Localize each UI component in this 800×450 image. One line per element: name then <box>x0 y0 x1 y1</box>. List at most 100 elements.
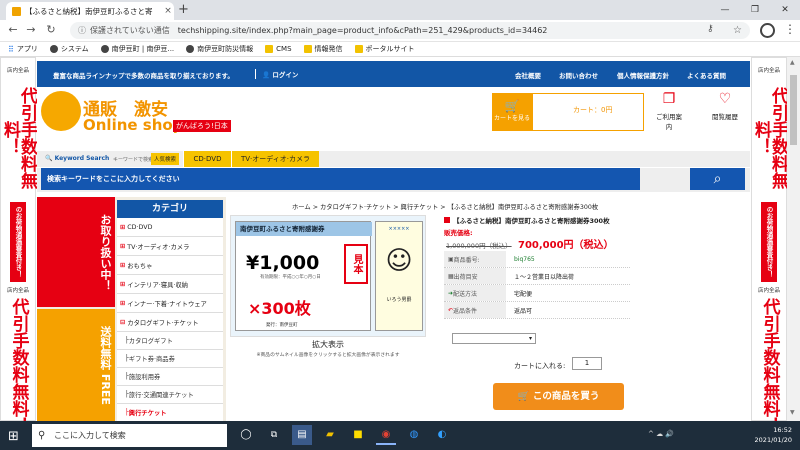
category-subitem[interactable]: ├ 旅行·交通関連チケット <box>117 386 223 404</box>
browser-tab[interactable]: 【ふるさと納税】南伊豆町ふるさと寄 × <box>6 2 174 20</box>
bookmark-star-icon[interactable]: ☆ <box>733 25 742 36</box>
tab-strip: 【ふるさと納税】南伊豆町ふるさと寄 × + — ❐ ✕ <box>0 0 800 20</box>
faq-link[interactable]: よくある質問 <box>687 70 726 80</box>
minimize-button[interactable]: — <box>710 0 740 20</box>
taskbar: ⊞ ⚲ ここに入力して検索 ◯ ⧉ ▤ ▰ ■ ◉ ◍ ◐ ^ ☁ 🔊 16:5… <box>0 421 800 450</box>
bookmark-system[interactable]: システム <box>49 44 89 54</box>
side-main-text: 代引手数料無料！ <box>0 87 37 189</box>
file-explorer-icon[interactable]: ▰ <box>320 425 340 445</box>
side-main-text-2: 代引手数料無料！ <box>8 298 29 421</box>
plus-icon: ⊞ <box>120 261 126 269</box>
taskbar-search[interactable]: ⚲ ここに入力して検索 <box>32 424 227 447</box>
privacy-link[interactable]: 個人情報保護方針 <box>617 70 669 80</box>
folder-icon <box>354 45 363 53</box>
category-subitem[interactable]: ├ 施設利用券 <box>117 368 223 386</box>
reload-button[interactable]: ↻ <box>44 23 58 36</box>
guide-link[interactable]: ❐ ご利用案内 <box>653 91 685 131</box>
close-window-button[interactable]: ✕ <box>770 0 800 20</box>
buy-button[interactable]: 🛒 この商品を買う <box>493 383 624 410</box>
voucher-stamp: 見本 <box>344 244 368 284</box>
side-shop-label-2: 店内全品 <box>757 288 780 294</box>
task-view-icon[interactable]: ⧉ <box>264 425 284 445</box>
logo-subtitle[interactable]: Online shop <box>83 116 183 134</box>
folder-icon <box>265 45 274 53</box>
category-subitem[interactable]: ├ 興行チケット <box>117 404 223 421</box>
option-select[interactable]: ▾ <box>452 333 536 344</box>
view-cart-button[interactable]: 🛒 カートを見る <box>492 93 532 131</box>
side-main-text-2: 代引手数料無料！ <box>759 298 780 421</box>
tab-close-icon[interactable]: × <box>162 6 174 16</box>
left-promo[interactable]: お取り扱い中！ 送料無料 FREE <box>37 197 115 421</box>
info-icon[interactable]: ⓘ <box>78 25 86 36</box>
voucher-count: ×300枚 <box>248 299 311 318</box>
key-icon[interactable]: ⚷ <box>707 24 714 34</box>
plus-icon: ⊞ <box>120 299 126 307</box>
category-item[interactable]: ⊞ インナー·下着·ナイトウェア <box>117 294 223 313</box>
quantity-input[interactable]: 1 <box>572 357 602 370</box>
voucher-value: ¥1,000 <box>246 252 320 274</box>
quantity-label: カートに入れる: <box>514 362 566 370</box>
address-bar-row: ← → ↻ ⓘ 保護されていない通信 techshipping.site/ind… <box>0 20 800 42</box>
login-link[interactable]: 👤 ログイン <box>255 69 298 79</box>
category-subitem[interactable]: ├ カタログギフト <box>117 332 223 350</box>
category-subitem[interactable]: ├ ギフト券·商品券 <box>117 350 223 368</box>
category-item[interactable]: ⊞ おもちゃ <box>117 256 223 275</box>
spec-value: 宅配便 <box>514 290 533 298</box>
tab-tv-audio-camera[interactable]: TV·オーディオ·カメラ <box>231 151 319 167</box>
breadcrumb[interactable]: ホーム > カタログギフト·チケット > 興行チケット > 【ふるさと納税】南伊… <box>292 202 598 211</box>
apps-grid-icon: ⠿ <box>8 45 14 54</box>
sticky-notes-icon[interactable]: ■ <box>348 425 368 445</box>
search-input[interactable]: 検索キーワードをここに入力してください <box>41 168 640 190</box>
bookmark-info[interactable]: 情報発信 <box>303 44 343 54</box>
clock-time: 16:52 <box>773 426 792 434</box>
edge-icon[interactable]: ◐ <box>432 425 452 445</box>
scroll-thumb[interactable] <box>790 75 797 145</box>
contact-link[interactable]: お問い合わせ <box>559 70 598 80</box>
bookmark-disaster-info[interactable]: 南伊豆町防災情報 <box>186 44 253 54</box>
scroll-down-icon[interactable]: ▼ <box>790 409 795 416</box>
app-icon[interactable]: ▤ <box>292 425 312 445</box>
category-item[interactable]: ⊞ インテリア·寝具·収納 <box>117 275 223 294</box>
windows-start-icon[interactable]: ⊞ <box>8 429 19 444</box>
bookmark-cms[interactable]: CMS <box>265 45 292 53</box>
side-middle-text: のお荷物通過審査付き！ <box>761 202 777 282</box>
bookmark-apps[interactable]: ⠿ アプリ <box>8 44 38 54</box>
scroll-up-icon[interactable]: ▲ <box>790 59 795 66</box>
product-image[interactable]: 南伊豆町ふるさと寄附感謝券 ¥1,000 見本 有効期限：平成○○年○月○日 ×… <box>230 215 426 337</box>
left-side-banner[interactable]: 店内全品 代引手数料無料！ のお荷物通過審査付き！ 店内全品 代引手数料無料！ <box>0 57 37 421</box>
menu-icon[interactable]: ⋮ <box>784 22 796 36</box>
search-button[interactable]: ⌕ <box>690 168 745 190</box>
back-button[interactable]: ← <box>6 23 20 36</box>
system-tray[interactable]: ^ ☁ 🔊 <box>648 430 674 438</box>
task-view-icon[interactable]: ◯ <box>236 425 256 445</box>
logo-mark-icon[interactable] <box>41 91 81 131</box>
cart-total: カート：0円 <box>532 93 644 131</box>
category-item-active[interactable]: ⊟ カタログギフト·チケット <box>117 313 223 332</box>
edge-icon[interactable]: ◍ <box>404 425 424 445</box>
right-side-banner[interactable]: 店内全品 代引手数料無料！ のお荷物通過審査付き！ 店内全品 代引手数料無料！ <box>751 57 787 421</box>
promo-handling[interactable]: お取り扱い中！ <box>37 197 115 307</box>
zoom-link[interactable]: 拡大表示 <box>226 339 430 350</box>
page-scrollbar[interactable]: ▲ ▼ <box>787 57 800 421</box>
bookmark-portal[interactable]: ポータルサイト <box>354 44 415 54</box>
clock[interactable]: 16:52 2021/01/20 <box>755 425 792 445</box>
profile-avatar[interactable] <box>760 23 775 38</box>
new-tab-button[interactable]: + <box>178 2 189 18</box>
url-text[interactable]: techshipping.site/index.php?main_page=pr… <box>178 26 548 35</box>
history-link[interactable]: ♡ 閲覧履歴 <box>709 91 741 121</box>
chrome-icon[interactable]: ◉ <box>376 425 396 445</box>
category-item[interactable]: ⊞ CD·DVD <box>117 218 223 237</box>
category-item[interactable]: ⊞ TV·オーディオ·カメラ <box>117 237 223 256</box>
zoom-note: ※商品のサムネイル画像をクリックすると拡大画像が表示されます <box>256 353 400 358</box>
bookmark-minamiizu[interactable]: 南伊豆町 | 南伊豆... <box>100 44 174 54</box>
forward-button[interactable]: → <box>24 23 38 36</box>
tab-cd-dvd[interactable]: CD·DVD <box>183 151 231 167</box>
omnibox[interactable]: ⓘ 保護されていない通信 techshipping.site/index.php… <box>70 22 750 39</box>
maximize-button[interactable]: ❐ <box>740 0 770 20</box>
promo-free-shipping[interactable]: 送料無料 FREE <box>37 309 115 421</box>
voucher-stub: ××××× ☺ いろう男爵 <box>375 221 423 331</box>
spec-row: ↶ 返品条件 返品可 <box>444 302 630 319</box>
logo-tag: がんばろう!日本 <box>173 120 231 132</box>
favicon-icon <box>12 6 21 16</box>
company-link[interactable]: 会社概要 <box>515 70 541 80</box>
